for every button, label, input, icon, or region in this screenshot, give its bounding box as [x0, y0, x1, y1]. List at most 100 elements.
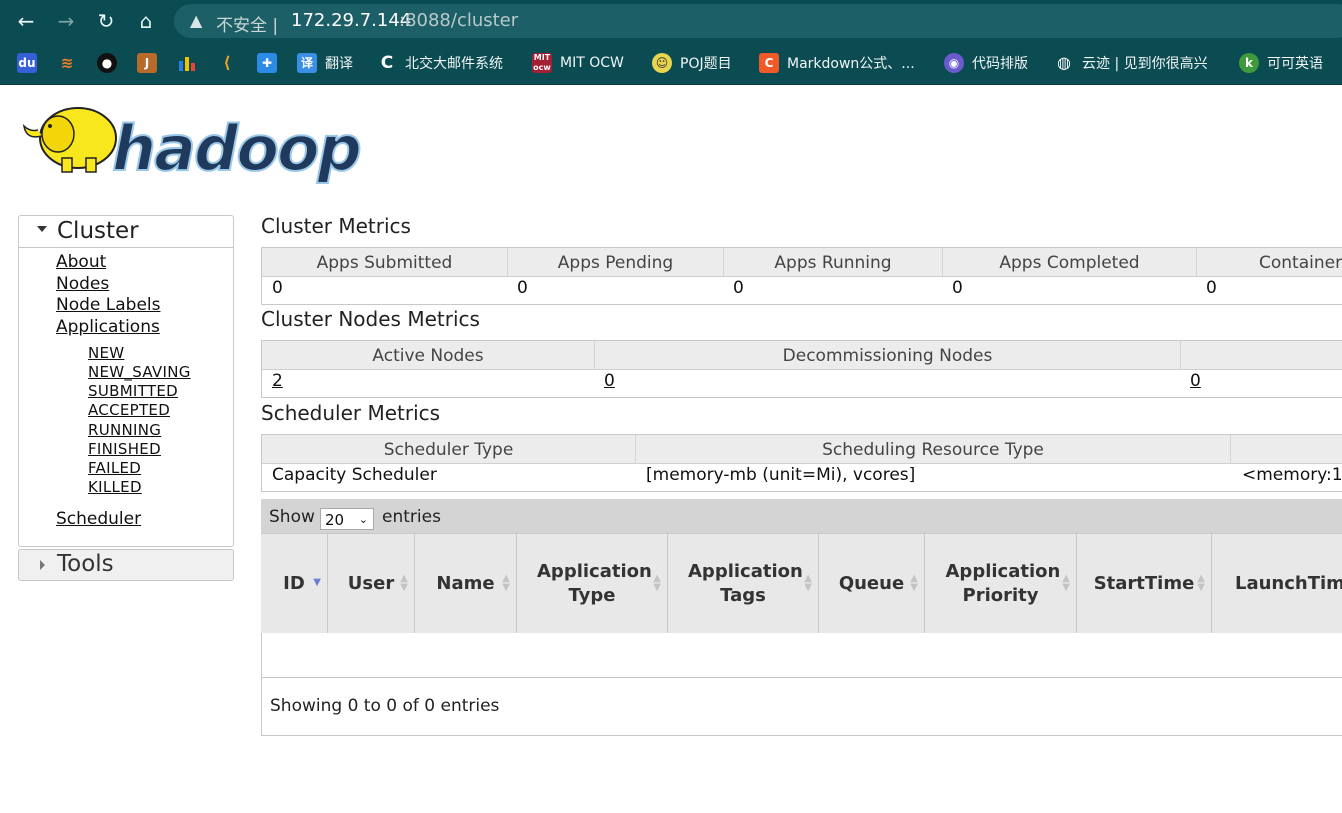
bookmark-translate[interactable]: 译翻译 [297, 52, 353, 74]
sort-icon: ▲ ▼ [1062, 573, 1070, 593]
bookmark-label: 云迹 | 见到你很高兴 [1082, 56, 1208, 72]
bookmark-poj[interactable]: ☺ POJ题目 [652, 52, 732, 74]
value-decommissioned-nodes[interactable]: 0 [1190, 371, 1201, 391]
apps-table-toolbar: Show 20 ⌄ entries [261, 499, 1342, 533]
sidebar-cluster-panel: Cluster About Nodes Node Labels Applicat… [18, 215, 234, 547]
warning-icon: ▲ [190, 11, 203, 30]
sort-icon: ▲ ▼ [910, 573, 918, 593]
c-icon: C [380, 53, 394, 73]
forward-icon[interactable]: → [53, 8, 79, 34]
sidebar-link-about[interactable]: About [56, 252, 106, 272]
bookmark-mit-ocw[interactable]: MIT ocw MIT OCW [532, 52, 624, 74]
header-apps-running[interactable]: Apps Running [724, 248, 943, 276]
address-bar[interactable]: ▲ 不安全 | 172.29.7.144 :8088/cluster [174, 4, 1342, 38]
bookmark-leetcode[interactable]: ⟨ [217, 52, 245, 74]
header-apps-submitted[interactable]: Apps Submitted [262, 248, 508, 276]
col-application-priority[interactable]: Application Priority ▲ ▼ [925, 534, 1077, 633]
value-scheduler-type: Capacity Scheduler [272, 465, 437, 485]
leetcode-icon: ⟨ [223, 53, 231, 72]
header-active-nodes[interactable]: Active Nodes [262, 341, 595, 369]
app-state-submitted[interactable]: SUBMITTED [88, 382, 178, 400]
app-state-running[interactable]: RUNNING [88, 421, 161, 439]
col-name[interactable]: Name ▲ ▼ [415, 534, 517, 633]
header-apps-completed[interactable]: Apps Completed [943, 248, 1197, 276]
sidebar-link-applications[interactable]: Applications [56, 317, 160, 337]
value-scheduling-resource-type: [memory-mb (unit=Mi), vcores] [646, 465, 916, 485]
sidebar-tools-panel[interactable]: Tools [18, 549, 234, 581]
value-decommissioning-nodes[interactable]: 0 [604, 371, 615, 391]
chevron-down-icon: ⌄ [358, 513, 368, 526]
bookmark-yunji[interactable]: ◍ 云迹 | 见到你很高兴 [1054, 52, 1208, 74]
bookmark-github[interactable]: ● [97, 52, 125, 74]
cluster-metrics-table: Apps Submitted Apps Pending Apps Running… [261, 247, 1342, 305]
cluster-metrics-title: Cluster Metrics [261, 214, 411, 238]
sort-icon: ▲ ▼ [804, 573, 812, 593]
header-decommissioned-nodes[interactable] [1181, 341, 1342, 369]
header-scheduler-type[interactable]: Scheduler Type [262, 435, 636, 463]
sidebar-link-scheduler[interactable]: Scheduler [56, 509, 141, 529]
app-state-finished[interactable]: FINISHED [88, 440, 161, 458]
sort-icon: ▲ ▼ [1197, 573, 1205, 593]
show-label: Show [269, 507, 315, 527]
col-launch-time[interactable]: LaunchTime [1212, 534, 1342, 633]
bookmark-keke[interactable]: k 可可英语 [1239, 52, 1323, 74]
bookmark-label: 翻译 [325, 56, 353, 72]
header-minimum-allocation[interactable] [1231, 435, 1342, 463]
app-state-new-saving[interactable]: NEW_SAVING [88, 363, 191, 381]
sidebar-link-nodes[interactable]: Nodes [56, 274, 109, 294]
col-id[interactable]: ID ▼ [261, 534, 328, 633]
app-state-failed[interactable]: FAILED [88, 459, 141, 477]
scheduler-metrics-title: Scheduler Metrics [261, 401, 441, 425]
app-state-killed[interactable]: KILLED [88, 478, 142, 496]
col-label: Application Priority [945, 560, 1061, 606]
csdn-icon: C [759, 53, 779, 73]
collapse-triangle-icon [37, 226, 47, 232]
app-state-accepted[interactable]: ACCEPTED [88, 401, 170, 419]
bookmark-code-format[interactable]: ◉ 代码排版 [944, 52, 1028, 74]
reload-icon[interactable]: ↻ [93, 8, 119, 34]
browser-toolbar: ← → ↻ ⌂ ▲ 不安全 | 172.29.7.144 :8088/clust… [0, 0, 1342, 42]
col-label: ID [283, 572, 305, 594]
bookmark-app[interactable]: ✚ [257, 52, 285, 74]
github-icon: ● [97, 53, 117, 73]
col-application-tags[interactable]: Application Tags ▲ ▼ [668, 534, 819, 633]
col-start-time[interactable]: StartTime ▲ ▼ [1077, 534, 1212, 633]
bookmark-label: Markdown公式、... [787, 56, 915, 72]
nodes-metrics-table: Active Nodes Decommissioning Nodes 2 0 0 [261, 340, 1342, 398]
col-label: Application Type [537, 560, 652, 606]
scheduler-metrics-table: Scheduler Type Scheduling Resource Type … [261, 434, 1342, 492]
header-decommissioning-nodes[interactable]: Decommissioning Nodes [595, 341, 1181, 369]
header-containers[interactable]: Container [1197, 248, 1342, 276]
insecure-label: 不安全 | [216, 16, 279, 36]
bookmark-stackoverflow[interactable]: ≋ [57, 52, 85, 74]
col-label: LaunchTime [1235, 572, 1342, 594]
home-icon[interactable]: ⌂ [133, 8, 159, 34]
col-queue[interactable]: Queue ▲ ▼ [819, 534, 925, 633]
svg-text:hadoop: hadoop [112, 112, 360, 185]
col-user[interactable]: User ▲ ▼ [328, 534, 415, 633]
url-host: 172.29.7.144 [291, 10, 412, 31]
bookmark-j[interactable]: J [137, 52, 165, 74]
value-active-nodes[interactable]: 2 [272, 371, 283, 391]
code-icon: ◉ [944, 53, 964, 73]
value-containers: 0 [1206, 278, 1217, 298]
header-scheduling-resource-type[interactable]: Scheduling Resource Type [636, 435, 1231, 463]
cluster-section-header[interactable]: Cluster [19, 216, 233, 248]
back-icon[interactable]: ← [13, 8, 39, 34]
page-size-value: 20 [325, 511, 345, 529]
value-apps-submitted: 0 [272, 278, 283, 298]
sidebar-link-node-labels[interactable]: Node Labels [56, 295, 161, 315]
table-header-row: Apps Submitted Apps Pending Apps Running… [262, 248, 1342, 277]
bookmark-chart[interactable] [177, 52, 205, 74]
app-state-new[interactable]: NEW [88, 344, 124, 362]
apps-table-body [261, 633, 1342, 678]
table-info: Showing 0 to 0 of 0 entries [270, 696, 500, 716]
bookmark-bjtu-mail[interactable]: C 北交大邮件系统 [377, 52, 503, 74]
col-application-type[interactable]: Application Type ▲ ▼ [517, 534, 668, 633]
page-size-select[interactable]: 20 ⌄ [320, 508, 374, 530]
col-label: User [347, 572, 395, 594]
bookmark-baidu[interactable]: du [17, 52, 45, 74]
url-path: :8088/cluster [399, 10, 519, 31]
header-apps-pending[interactable]: Apps Pending [508, 248, 724, 276]
bookmark-markdown[interactable]: C Markdown公式、... [759, 52, 915, 74]
